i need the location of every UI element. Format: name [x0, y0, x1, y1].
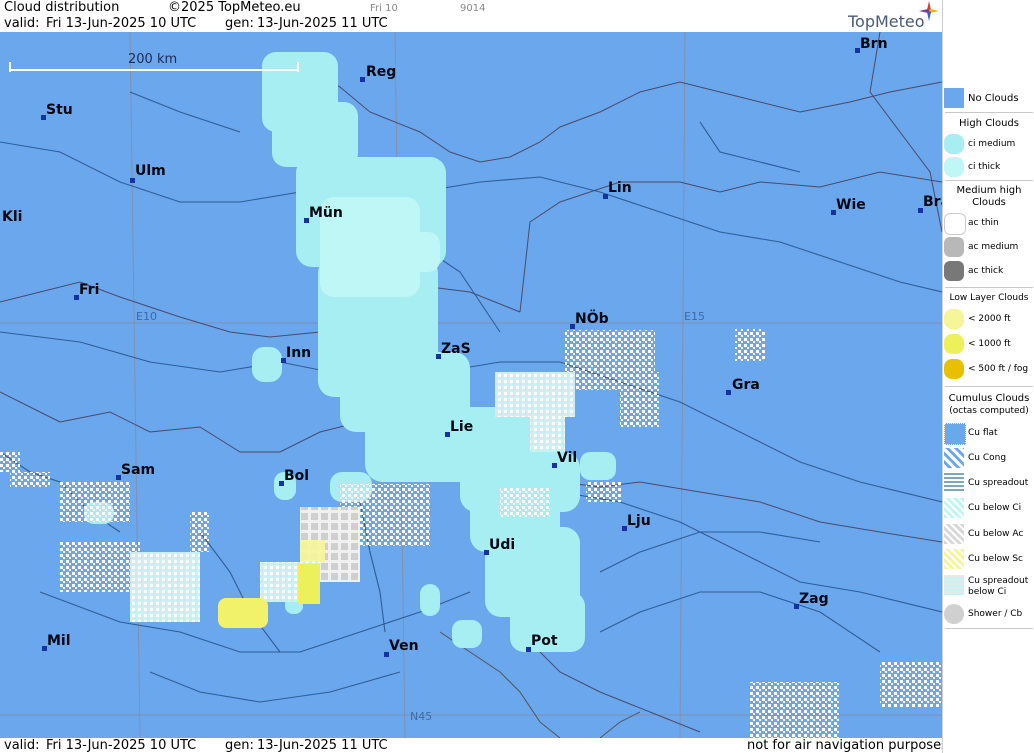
grid-label-n45: N45 — [410, 710, 433, 723]
brand-name: TopMeteo — [848, 12, 925, 31]
legend-divider — [945, 386, 1033, 387]
legend-swatch-cu-spreadout — [944, 473, 964, 493]
city-label-sam[interactable]: Sam — [121, 462, 155, 478]
footer-bar: valid: Fri 13-Jun-2025 10 UTC gen: 13-Ju… — [0, 738, 948, 753]
header-bar: Cloud distribution ©2025 TopMeteo.eu Fri… — [0, 0, 942, 32]
legend-cu-flat: Cu flat — [968, 428, 998, 438]
legend-swatch-2000 — [944, 309, 964, 329]
city-label-lin[interactable]: Lin — [608, 180, 632, 196]
scale-label: 200 km — [128, 52, 178, 67]
legend-ac-thin: ac thin — [968, 218, 999, 228]
legend-swatch-cu-spreadout-ci — [944, 575, 964, 595]
footer-gen-time: 13-Jun-2025 11 UTC — [257, 738, 388, 753]
compass-icon — [919, 1, 939, 21]
legend-cu-spreadout-ci-1: Cu spreadout — [968, 576, 1029, 586]
city-label-udi[interactable]: Udi — [489, 537, 515, 553]
legend-cu-spreadout-ci-2: below Ci — [968, 587, 1007, 597]
copyright-text: ©2025 TopMeteo.eu — [168, 0, 301, 15]
city-label-zag[interactable]: Zag — [799, 591, 829, 607]
footer-gen-label: gen: — [225, 738, 254, 753]
city-label-ven[interactable]: Ven — [389, 638, 419, 654]
legend-500ft-fog: < 500 ft / fog — [968, 364, 1029, 374]
city-label-brn[interactable]: Brn — [860, 36, 888, 52]
legend-swatch-ci-medium — [944, 134, 964, 154]
city-label-zas[interactable]: ZaS — [441, 341, 471, 357]
city-label-gra[interactable]: Gra — [732, 377, 760, 393]
legend-swatch-ac-medium — [944, 237, 964, 257]
legend-ci-medium: ci medium — [968, 139, 1016, 149]
legend-1000ft: < 1000 ft — [968, 339, 1011, 349]
legend-low-layer: Low Layer Clouds — [949, 293, 1029, 303]
legend-cu-below-sc: Cu below Sc — [968, 554, 1023, 564]
city-label-fri[interactable]: Fri — [79, 282, 99, 298]
legend-shower-cb: Shower / Cb — [968, 609, 1023, 619]
city-label-bra[interactable]: Bra — [923, 194, 942, 210]
gen-label: gen: — [225, 16, 254, 31]
legend-swatch-fog — [944, 359, 964, 379]
legend-cumulus: Cumulus Clouds — [948, 393, 1030, 404]
legend-swatch-no-clouds — [944, 88, 964, 108]
city-label-kli[interactable]: Kli — [2, 209, 22, 225]
footer-valid-time: Fri 13-Jun-2025 10 UTC — [46, 738, 197, 753]
grid-label-e15: E15 — [684, 310, 705, 323]
legend-cu-spreadout: Cu spreadout — [968, 478, 1029, 488]
run-id: 9014 — [460, 3, 486, 14]
city-label-pot[interactable]: Pot — [531, 633, 558, 649]
gen-time: 13-Jun-2025 11 UTC — [257, 16, 388, 31]
legend-divider — [945, 287, 1033, 288]
legend-divider — [945, 628, 1033, 629]
legend-swatch-1000 — [944, 334, 964, 354]
legend-swatch-ac-thin — [944, 213, 966, 235]
legend-no-clouds: No Clouds — [968, 93, 1019, 104]
legend-swatch-ci-thick — [944, 157, 964, 177]
legend-medium-high-1: Medium high — [956, 185, 1022, 196]
city-label-stu[interactable]: Stu — [46, 102, 73, 118]
valid-label: valid: — [4, 16, 40, 31]
map-layers — [0, 32, 942, 738]
legend-ac-thick: ac thick — [968, 266, 1004, 276]
legend-swatch-cu-below-sc — [944, 549, 964, 569]
legend-ci-thick: ci thick — [968, 162, 1001, 172]
valid-time: Fri 13-Jun-2025 10 UTC — [46, 16, 197, 31]
run-code: Fri 10 — [370, 3, 398, 14]
city-label-inn[interactable]: Inn — [286, 345, 311, 361]
legend-swatch-shower — [944, 604, 964, 624]
legend-high-clouds: High Clouds — [959, 118, 1019, 129]
city-marker — [360, 77, 365, 82]
city-label-ulm[interactable]: Ulm — [135, 163, 166, 179]
legend-swatch-cu-below-ac — [944, 524, 964, 544]
legend-panel: No Clouds High Clouds ci medium ci thick… — [942, 0, 1034, 753]
city-label-wie[interactable]: Wie — [836, 197, 866, 213]
city-label-nob[interactable]: NÖb — [575, 311, 609, 327]
legend-divider — [945, 112, 1033, 113]
legend-divider — [945, 180, 1033, 181]
legend-swatch-cu-cong — [944, 448, 964, 468]
city-label-lju[interactable]: Lju — [627, 513, 651, 529]
legend-swatch-cu-flat — [944, 423, 966, 445]
city-label-lie[interactable]: Lie — [450, 419, 473, 435]
cloud-map[interactable]: 200 km E10 E15 N45 Brn Reg Stu Ulm Kli M… — [0, 32, 942, 738]
legend-medium-high-2: Clouds — [972, 197, 1006, 208]
map-title: Cloud distribution — [4, 0, 120, 15]
legend-cu-below-ci: Cu below Ci — [968, 503, 1022, 513]
legend-ac-medium: ac medium — [968, 242, 1019, 252]
grid-label-e10: E10 — [136, 310, 157, 323]
legend-2000ft: < 2000 ft — [968, 314, 1011, 324]
legend-swatch-cu-below-ci — [944, 498, 964, 518]
legend-cu-below-ac: Cu below Ac — [968, 529, 1024, 539]
city-label-mil[interactable]: Mil — [47, 633, 71, 649]
city-label-reg[interactable]: Reg — [366, 64, 396, 80]
city-marker — [726, 390, 731, 395]
city-label-vil[interactable]: Vil — [557, 450, 577, 466]
footer-disclaimer: not for air navigation purposes — [747, 738, 948, 753]
city-label-mun[interactable]: Mün — [309, 205, 343, 221]
city-label-bol[interactable]: Bol — [284, 468, 309, 484]
legend-octas: (octas computed) — [949, 406, 1029, 416]
legend-swatch-ac-thick — [944, 261, 964, 281]
footer-valid-label: valid: — [4, 738, 40, 753]
legend-cu-cong: Cu Cong — [968, 453, 1007, 463]
